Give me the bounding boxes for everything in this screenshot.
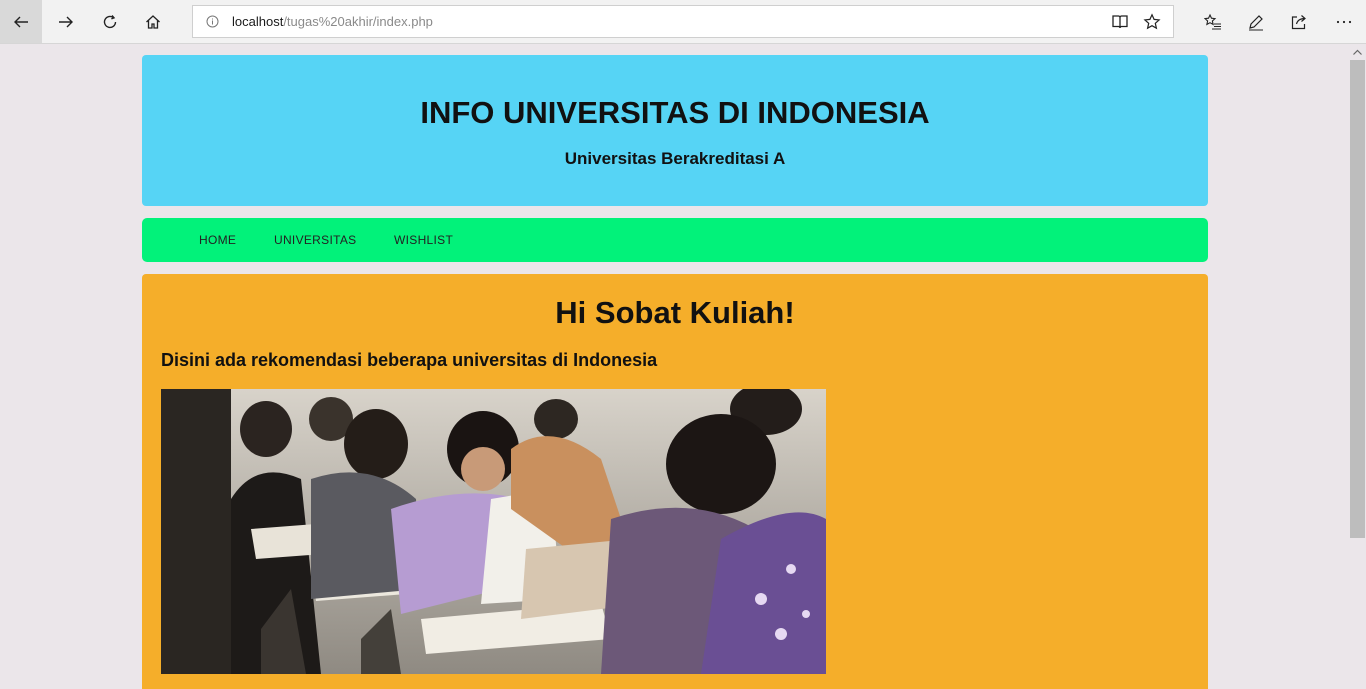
browser-toolbar: localhost/tugas%20akhir/index.php	[0, 0, 1366, 44]
page-scrollbar[interactable]	[1349, 44, 1366, 689]
info-icon[interactable]	[206, 15, 219, 28]
pen-icon	[1249, 15, 1263, 31]
share-icon	[1291, 15, 1306, 30]
scroll-thumb[interactable]	[1350, 60, 1365, 538]
more-button[interactable]	[1333, 11, 1355, 33]
nav-universitas-link[interactable]: UNIVERSITAS	[274, 233, 356, 247]
students-photo-illustration	[161, 389, 826, 674]
forward-icon	[59, 16, 73, 27]
main-subheading: Disini ada rekomendasi beberapa universi…	[161, 350, 658, 370]
web-note-button[interactable]	[1245, 11, 1267, 33]
nav-home-link[interactable]: HOME	[199, 233, 236, 247]
main-content: Hi Sobat Kuliah! Disini ada rekomendasi …	[142, 274, 1208, 689]
chevron-up-icon	[1353, 49, 1362, 55]
url-text[interactable]: localhost/tugas%20akhir/index.php	[232, 14, 433, 29]
students-exam-photo	[161, 389, 826, 674]
favorite-star-icon[interactable]	[1143, 13, 1161, 31]
site-header: INFO UNIVERSITAS DI INDONESIA Universita…	[142, 55, 1208, 206]
reading-view-icon[interactable]	[1111, 13, 1129, 31]
address-bar[interactable]: localhost/tugas%20akhir/index.php	[192, 5, 1174, 38]
favorites-button[interactable]	[1202, 11, 1224, 33]
more-icon	[1336, 20, 1352, 24]
main-nav: HOME UNIVERSITAS WISHLIST	[142, 218, 1208, 262]
home-icon	[146, 14, 160, 29]
back-icon	[14, 16, 28, 27]
site-title: INFO UNIVERSITAS DI INDONESIA	[420, 95, 930, 130]
site-subtitle: Universitas Berakreditasi A	[564, 149, 786, 168]
refresh-icon	[103, 14, 117, 28]
share-button[interactable]	[1288, 11, 1310, 33]
back-button[interactable]	[0, 0, 42, 43]
scroll-up-button[interactable]	[1349, 44, 1366, 60]
url-path: /tugas%20akhir/index.php	[283, 14, 433, 29]
nav-wishlist-link[interactable]: WISHLIST	[394, 233, 453, 247]
url-host: localhost	[232, 14, 284, 29]
forward-button[interactable]	[45, 0, 87, 43]
main-heading: Hi Sobat Kuliah!	[555, 295, 795, 330]
favorites-list-icon	[1204, 13, 1221, 30]
home-button[interactable]	[132, 0, 174, 43]
refresh-button[interactable]	[89, 0, 131, 43]
